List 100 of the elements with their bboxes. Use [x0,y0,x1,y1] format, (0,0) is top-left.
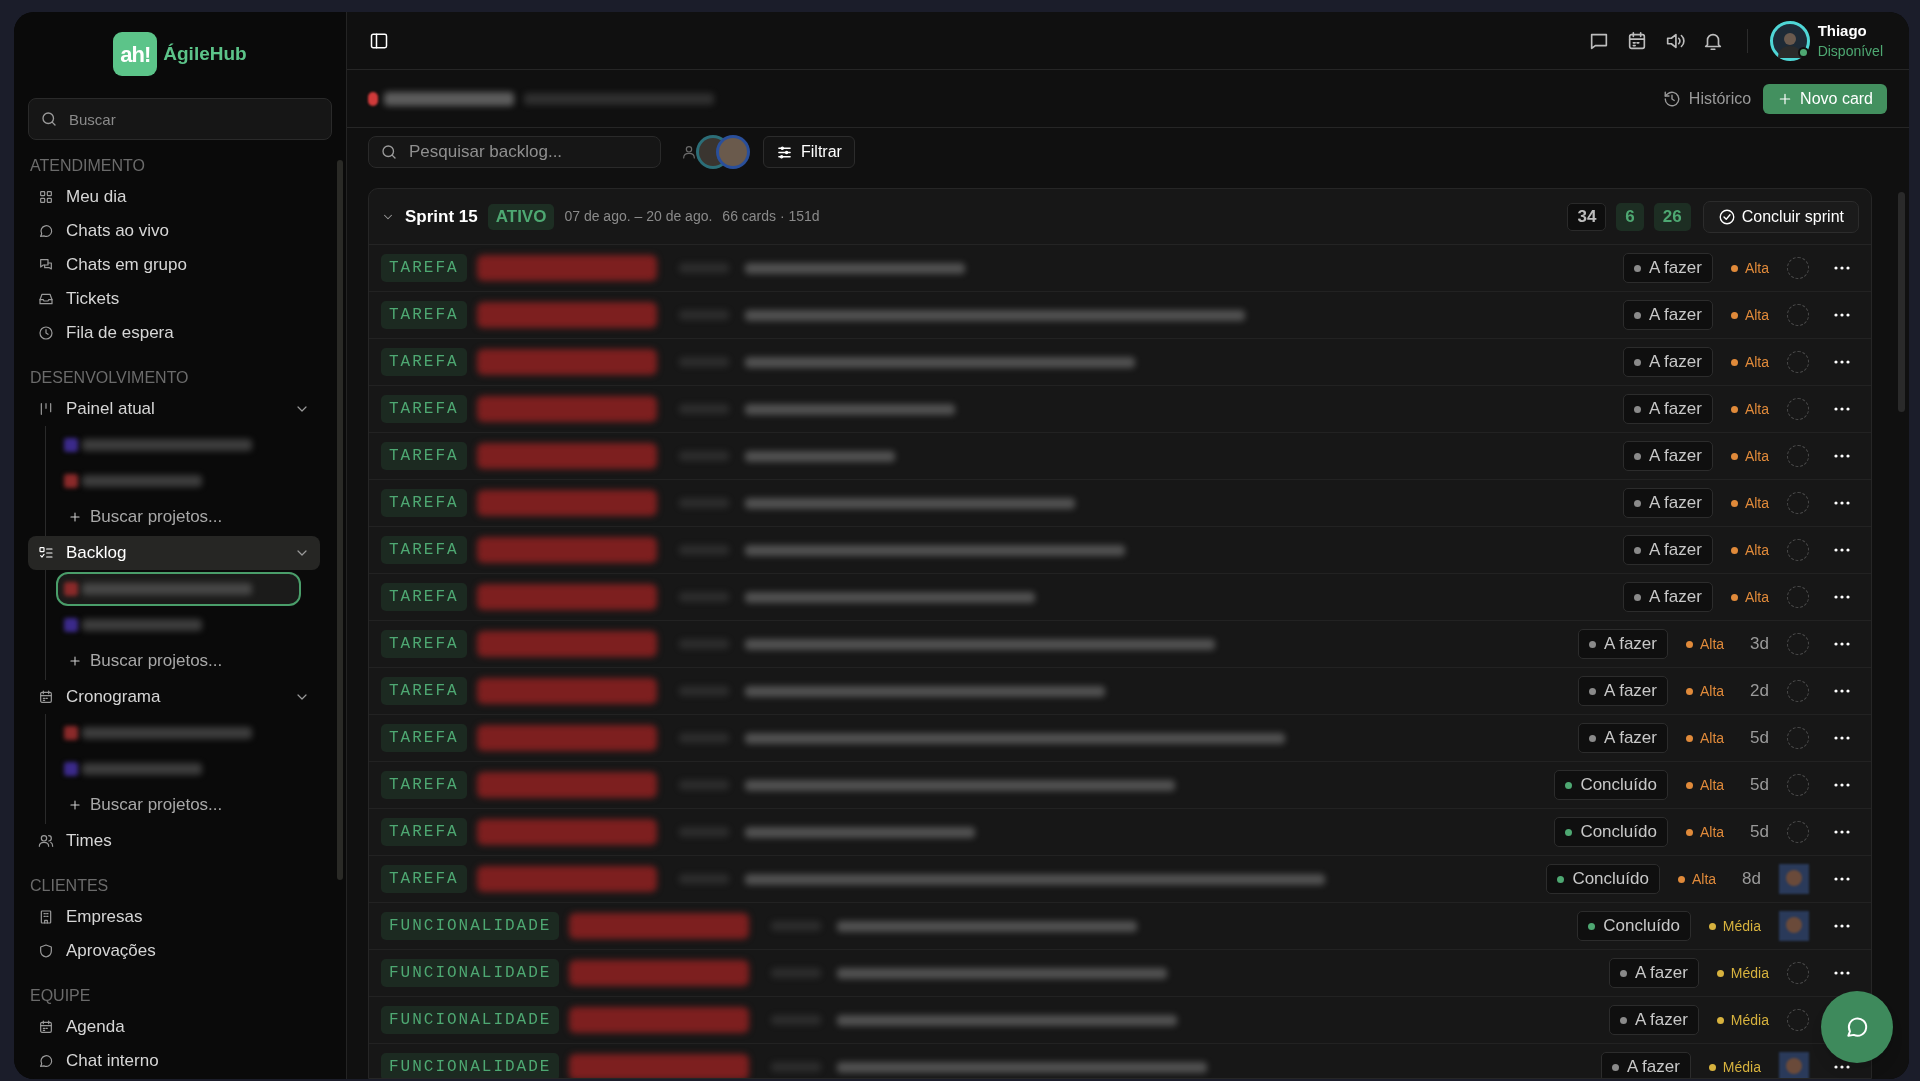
search-field[interactable]: Pesquisar backlog... [368,136,661,168]
sidebar-item[interactable]: Chat interno [28,1044,320,1078]
type-tag: TAREFA [381,630,467,658]
priority-label: Alta [1699,681,1725,701]
more-icon [1834,642,1850,646]
sidebar-item[interactable]: Fila de espera [28,316,320,350]
sidebar-item[interactable]: Tickets [28,282,320,316]
more-icon [1834,924,1850,928]
priority-label: Alta [1744,540,1769,560]
logo-text: ÁgileHub [163,41,247,66]
type-tag: TAREFA [381,442,467,470]
priority-label: Alta [1744,352,1769,372]
priority-label: Média [1722,916,1761,936]
search-icon [380,143,398,161]
type-tag: TAREFA [381,254,467,282]
more-icon [1834,266,1850,270]
columns-icon [38,401,54,417]
more-icon [1834,360,1850,364]
status-pill: A fazer [1578,629,1668,659]
grid-icon [38,189,54,205]
sidebar-item[interactable]: Chats ao vivo [28,214,320,248]
more-icon [1834,548,1850,552]
sidebar-item[interactable]: Cronograma [28,680,320,714]
type-tag: TAREFA [381,865,467,893]
search-projects-link[interactable]: Buscar projetos... [56,788,320,822]
section-heading: CLIENTES [29,876,110,896]
inbox-icon [38,291,54,307]
type-tag: FUNCIONALIDADE [381,959,560,987]
more-icon [1834,830,1850,834]
type-tag: TAREFA [381,724,467,752]
more-icon [1834,501,1850,505]
status-pill: A fazer [1608,1005,1699,1035]
status-pill: Concluído [1577,911,1691,941]
more-icon [1834,971,1850,975]
users-icon [38,833,54,849]
clock-icon [38,325,54,341]
due-text: 5d [1750,727,1769,750]
more-icon [1834,877,1850,881]
status-pill: A fazer [1622,300,1713,330]
type-tag: FUNCIONALIDADE [381,912,560,940]
sidebar-item[interactable]: Aprovações [28,934,320,968]
sidebar-item[interactable]: Meu dia [28,180,320,214]
due-text: 5d [1750,821,1769,844]
more-icon [1834,595,1850,599]
priority-label: Alta [1691,869,1717,889]
type-tag: TAREFA [381,348,467,376]
search-icon [40,110,58,128]
sidebar-item[interactable]: Backlog [28,536,320,570]
section-heading: ATENDIMENTO [29,156,146,176]
count-badge: 26 [1653,202,1691,231]
plus-icon [68,798,82,812]
avatar [715,134,751,170]
sidebar-project-item[interactable] [56,572,301,606]
section-heading: EQUIPE [29,986,92,1006]
sidebar-item[interactable]: Times [28,824,320,858]
priority-label: Alta [1744,493,1769,513]
status-pill: A fazer [1622,253,1713,283]
status-pill: Concluído [1546,864,1660,894]
sidebar-item[interactable]: Empresas [28,900,320,934]
type-tag: TAREFA [381,301,467,329]
search-projects-link[interactable]: Buscar projetos... [56,500,320,534]
person-icon [681,144,697,160]
status-pill: Concluído [1554,817,1668,847]
filter-button[interactable]: Filtrar [763,136,855,168]
due-text: 2d [1750,680,1769,703]
new-card-button[interactable]: Novo card [1763,83,1887,114]
building-icon [38,909,54,925]
type-tag: TAREFA [381,818,467,846]
due-text: 8d [1742,868,1761,891]
priority-label: Média [1730,963,1769,983]
checklist-icon [38,545,54,561]
scrollbar[interactable] [1898,192,1905,412]
status-pill: A fazer [1622,535,1713,565]
chat-bubble-icon [1844,1014,1870,1040]
sprint-summary: 66 cards · 151d [722,207,820,226]
sprint-name: Sprint 15 [405,205,478,228]
complete-sprint-button[interactable]: Concluir sprint [1702,200,1859,233]
sidebar-item[interactable]: Agenda [28,1010,320,1044]
calendar-icon [38,689,54,705]
more-icon [1834,454,1850,458]
more-icon [1834,783,1850,787]
status-pill: A fazer [1622,488,1713,518]
search-projects-link[interactable]: Buscar projetos... [56,644,320,678]
search-field[interactable]: Buscar [28,98,332,140]
type-tag: FUNCIONALIDADE [381,1053,560,1078]
user-name: Thiago [1817,20,1868,41]
chat-bubble-icon [38,223,54,239]
calendar-icon [38,1019,54,1035]
sidebar-item[interactable]: Chats em grupo [28,248,320,282]
status-pill: A fazer [1578,676,1668,706]
priority-label: Alta [1699,634,1725,654]
logo-mark: ah! [113,32,158,76]
history-link[interactable]: Histórico [1662,86,1752,111]
type-tag: FUNCIONALIDADE [381,1006,560,1034]
due-text: 3d [1750,633,1769,656]
plus-icon [68,654,82,668]
chat-bubble-icon [38,1053,54,1069]
sidebar-item[interactable]: Painel atual [28,392,320,426]
scrollbar[interactable] [337,160,343,880]
more-icon [1834,1065,1850,1069]
